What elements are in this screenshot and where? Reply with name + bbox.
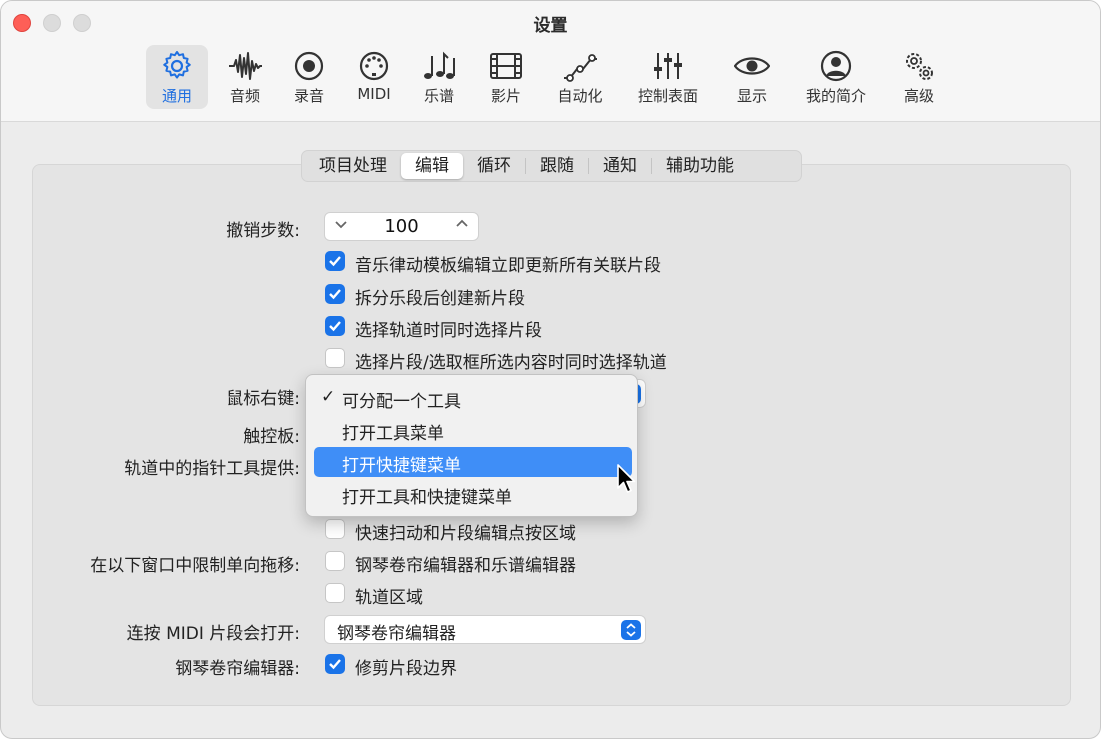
checkmark-icon	[329, 659, 341, 670]
chevron-up-icon[interactable]	[452, 217, 472, 237]
mouse-pointer-icon	[617, 464, 636, 493]
checkbox-label: 选择轨道时同时选择片段	[355, 321, 542, 341]
toolbar-label: 音频	[229, 87, 260, 105]
chevron-down-icon[interactable]	[331, 217, 351, 237]
checkbox-label: 选择片段/选取框所选内容时同时选择轨道	[355, 353, 667, 373]
toolbar-item-automation[interactable]: 自动化	[549, 45, 611, 109]
checkbox-label: 修剪片段边界	[355, 659, 457, 679]
right-click-label: 鼠标右键:	[226, 389, 300, 409]
undo-steps-value[interactable]: 100	[355, 216, 448, 237]
toolbar-label: 显示	[736, 87, 767, 105]
toolbar-label: 乐谱	[423, 87, 454, 105]
menu-item-label: 打开快捷键菜单	[342, 456, 461, 476]
toolbar-item-advanced[interactable]: 高级	[893, 45, 945, 109]
toolbar-item-recording[interactable]: 录音	[283, 45, 335, 109]
toolbar-item-general[interactable]: 通用	[146, 45, 208, 109]
sliders-icon	[654, 53, 682, 79]
right-click-menu: ✓ 可分配一个工具 打开工具菜单 打开快捷键菜单 打开工具和快捷键菜单	[305, 374, 638, 517]
toolbar-item-movie[interactable]: 影片	[480, 45, 532, 109]
undo-steps-stepper[interactable]: 100	[324, 212, 479, 241]
toolbar-item-display[interactable]: 显示	[725, 45, 779, 109]
toolbar-label: 通用	[161, 87, 192, 105]
checkbox-label: 钢琴卷帘编辑器和乐谱编辑器	[355, 556, 576, 576]
checkbox-marquee-fade-click-zones[interactable]	[325, 519, 345, 539]
midi-connector-icon	[359, 51, 389, 81]
menu-item-open-shortcut-menu[interactable]: 打开快捷键菜单	[314, 447, 632, 477]
tab-editing[interactable]: 编辑	[401, 153, 463, 179]
menu-item-label: 打开工具菜单	[342, 424, 444, 444]
menu-item-assign-tool[interactable]: ✓ 可分配一个工具	[314, 383, 632, 413]
checkbox-label: 拆分乐段后创建新片段	[355, 289, 525, 309]
checkbox-label: 音乐律动模板编辑立即更新所有关联片段	[355, 256, 661, 276]
checkmark-icon	[329, 289, 341, 300]
record-icon	[294, 51, 324, 81]
checkbox-select-regions-with-track[interactable]	[325, 316, 345, 336]
popup-arrows-icon	[621, 620, 641, 640]
toolbar-label: 我的简介	[805, 87, 866, 105]
gears-icon	[906, 53, 933, 80]
limit-drag-label: 在以下窗口中限制单向拖移:	[90, 556, 300, 576]
checkbox-trim-region-borders[interactable]	[325, 654, 345, 674]
settings-window: 设置 通用 音频 录音 MIDI 乐谱 影片 自动化 控制表面 显示 我的简介 …	[0, 0, 1101, 739]
menu-item-open-tool-menu[interactable]: 打开工具菜单	[314, 415, 632, 445]
music-notes-icon	[424, 51, 455, 79]
automation-curve-icon	[564, 54, 597, 82]
double-click-midi-label: 连按 MIDI 片段会打开:	[126, 624, 300, 644]
tab-catch[interactable]: 跟随	[526, 153, 588, 179]
double-click-midi-popup[interactable]: 钢琴卷帘编辑器	[324, 615, 646, 644]
checkbox-label: 快速扫动和片段编辑点按区域	[355, 524, 576, 544]
gear-icon	[163, 51, 191, 79]
checkmark-icon	[329, 321, 341, 332]
checkbox-split-regions[interactable]	[325, 284, 345, 304]
window-title: 设置	[533, 16, 568, 36]
toolbar-item-control-surfaces[interactable]: 控制表面	[631, 45, 705, 109]
toolbar-label: MIDI	[357, 85, 391, 103]
film-icon	[490, 53, 522, 79]
checkbox-label: 轨道区域	[355, 588, 423, 608]
tab-accessibility[interactable]: 辅助功能	[652, 153, 748, 179]
checkbox-select-track-with-region[interactable]	[325, 348, 345, 368]
toolbar-label: 录音	[293, 87, 324, 105]
checkbox-tracks-area[interactable]	[325, 583, 345, 603]
menu-item-label: 可分配一个工具	[342, 392, 461, 412]
tab-notifications[interactable]: 通知	[589, 153, 651, 179]
checkbox-groove-template[interactable]	[325, 251, 345, 271]
pointer-tool-label: 轨道中的指针工具提供:	[124, 459, 300, 479]
tab-cycle[interactable]: 循环	[463, 153, 525, 179]
checkmark-icon	[329, 256, 341, 267]
checkbox-piano-roll-score[interactable]	[325, 551, 345, 571]
toolbar-item-my-info[interactable]: 我的简介	[798, 45, 874, 109]
tab-project-handling[interactable]: 项目处理	[305, 153, 401, 179]
menu-item-open-tool-and-shortcut-menu[interactable]: 打开工具和快捷键菜单	[314, 479, 632, 509]
toolbar-item-audio[interactable]: 音频	[219, 45, 271, 109]
tab-bar: 项目处理 编辑 循环 跟随 通知 辅助功能	[301, 150, 802, 182]
toolbar-item-score[interactable]: 乐谱	[413, 45, 465, 109]
toolbar-label: 控制表面	[637, 87, 698, 105]
undo-steps-label: 撤销步数:	[226, 221, 300, 241]
piano-roll-label: 钢琴卷帘编辑器:	[175, 659, 300, 679]
toolbar-label: 高级	[903, 87, 934, 105]
checkmark-icon: ✓	[321, 387, 336, 407]
toolbar-item-midi[interactable]: MIDI	[347, 45, 401, 109]
trackpad-label: 触控板:	[243, 427, 300, 447]
menu-item-label: 打开工具和快捷键菜单	[342, 488, 512, 508]
popup-value: 钢琴卷帘编辑器	[337, 624, 456, 644]
person-icon	[820, 50, 852, 82]
toolbar-label: 影片	[490, 87, 521, 105]
eye-icon	[734, 57, 770, 75]
titlebar: 设置 通用 音频 录音 MIDI 乐谱 影片 自动化 控制表面 显示 我的简介 …	[1, 1, 1100, 122]
toolbar-label: 自动化	[557, 87, 603, 105]
waveform-icon	[229, 52, 262, 80]
